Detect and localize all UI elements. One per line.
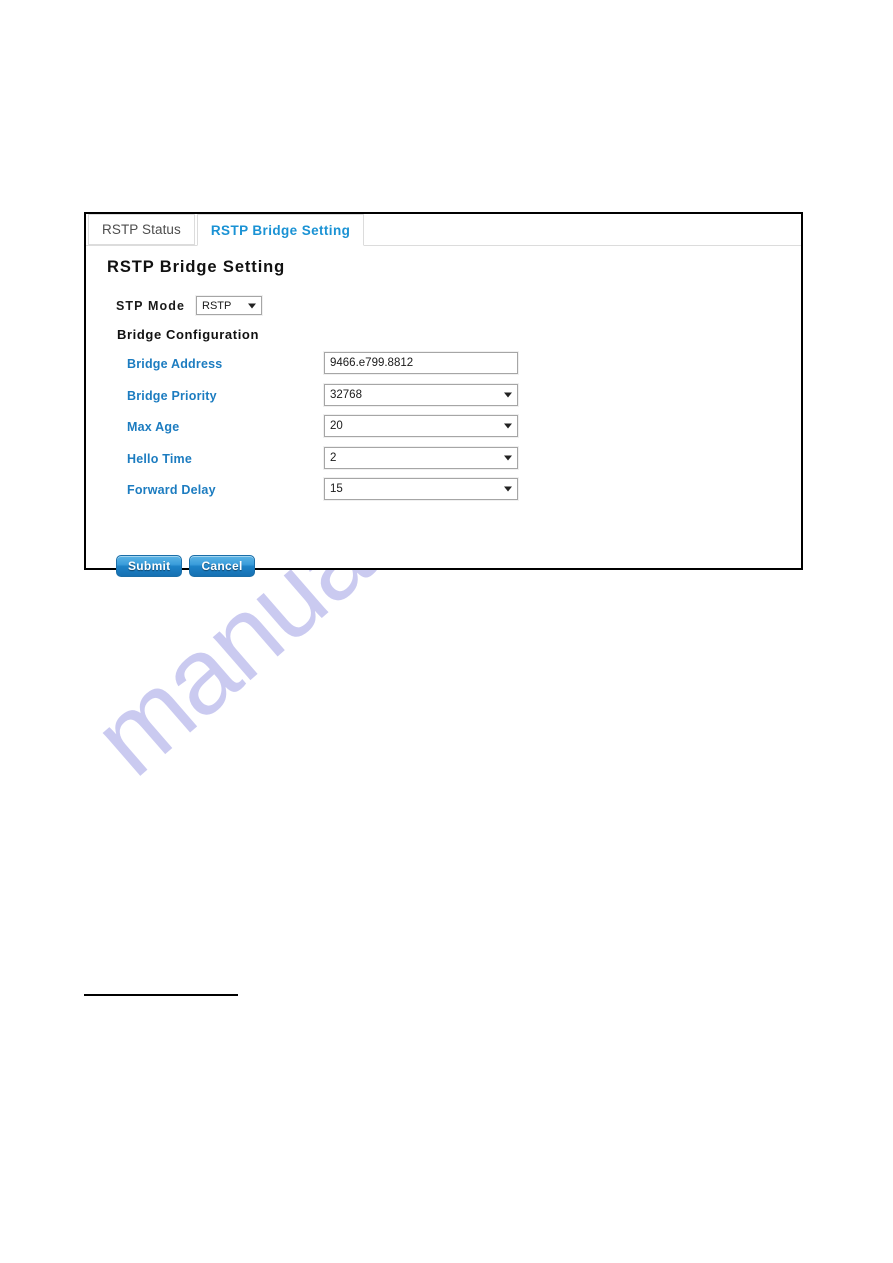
- hello-time-control: 2: [324, 446, 518, 469]
- tab-strip: RSTP Status RSTP Bridge Setting: [86, 214, 801, 246]
- tab-rstp-status[interactable]: RSTP Status: [88, 214, 195, 245]
- bridge-address-label: Bridge Address: [127, 357, 223, 371]
- bridge-priority-control: 32768: [324, 383, 518, 406]
- hello-time-value: 2: [330, 451, 337, 464]
- tab-rstp-bridge-setting[interactable]: RSTP Bridge Setting: [196, 214, 365, 246]
- form-row-forward-delay: Forward Delay 15: [86, 478, 801, 510]
- max-age-control: 20: [324, 415, 518, 437]
- form-row-hello-time: Hello Time 2: [86, 446, 801, 479]
- bridge-address-control: [324, 352, 518, 374]
- form-row-bridge-address: Bridge Address: [86, 352, 801, 384]
- chevron-down-icon: [504, 455, 512, 460]
- max-age-label: Max Age: [127, 420, 180, 434]
- button-row: Submit Cancel: [116, 555, 255, 577]
- bridge-priority-label: Bridge Priority: [127, 388, 217, 403]
- stp-mode-row: STP Mode RSTP: [116, 296, 262, 315]
- forward-delay-control: 15: [324, 478, 518, 500]
- form-row-max-age: Max Age 20: [86, 415, 801, 447]
- bridge-configuration-form: Bridge Address Bridge Priority 32768 Max…: [86, 352, 801, 510]
- submit-button[interactable]: Submit: [116, 555, 183, 577]
- bridge-priority-select[interactable]: 32768: [324, 383, 518, 406]
- bridge-configuration-heading: Bridge Configuration: [117, 327, 259, 342]
- stp-mode-label: STP Mode: [116, 298, 185, 313]
- rstp-settings-panel: RSTP Status RSTP Bridge Setting RSTP Bri…: [84, 212, 803, 577]
- page-title: RSTP Bridge Setting: [107, 258, 286, 276]
- chevron-down-icon: [504, 423, 512, 429]
- form-row-bridge-priority: Bridge Priority 32768: [86, 383, 801, 416]
- stp-mode-value: RSTP: [202, 299, 232, 312]
- cancel-button[interactable]: Cancel: [189, 555, 255, 577]
- page-watermark: manualshive.com: [0, 0, 893, 1263]
- forward-delay-value: 15: [330, 483, 343, 495]
- footnote-rule: [84, 994, 238, 996]
- stp-mode-select[interactable]: RSTP: [196, 296, 262, 315]
- chevron-down-icon: [504, 486, 512, 492]
- forward-delay-label: Forward Delay: [127, 483, 216, 497]
- hello-time-select[interactable]: 2: [324, 446, 518, 469]
- forward-delay-select[interactable]: 15: [324, 478, 518, 500]
- hello-time-label: Hello Time: [127, 451, 192, 466]
- bridge-address-input[interactable]: [324, 352, 518, 374]
- chevron-down-icon: [248, 303, 256, 308]
- max-age-value: 20: [330, 420, 343, 432]
- max-age-select[interactable]: 20: [324, 415, 518, 437]
- chevron-down-icon: [504, 392, 512, 397]
- bridge-priority-value: 32768: [330, 388, 362, 401]
